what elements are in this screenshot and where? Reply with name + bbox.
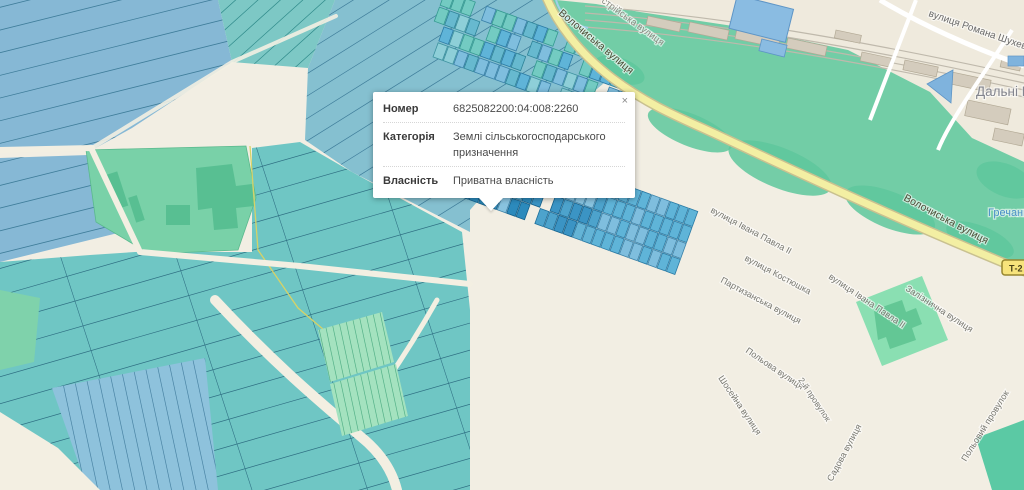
map-viewport[interactable]: Т-2Волочиська вулицяВолочиська вулицястр… [0,0,1024,490]
popup-row-category: Категорія Землі сільськогосподарського п… [383,123,625,167]
popup-rows: Номер 6825082200:04:008:2260 Категорія З… [383,95,625,194]
popup-value-number: 6825082200:04:008:2260 [453,101,625,117]
parcel-info-popup: × Номер 6825082200:04:008:2260 Категорія… [373,92,635,198]
road-shield: Т-2 [1002,260,1024,275]
green-patch [0,290,40,370]
street-label: Дальні Гречани [976,84,1024,99]
map-svg[interactable]: Т-2Волочиська вулицяВолочиська вулицястр… [0,0,1024,490]
popup-row-ownership: Власність Приватна власність [383,167,625,194]
popup-row-number: Номер 6825082200:04:008:2260 [383,95,625,123]
popup-label-number: Номер [383,101,447,117]
popup-label-category: Категорія [383,129,447,161]
street-label: Гречани [988,207,1024,219]
popup-value-category: Землі сільськогосподарського призначення [453,129,625,161]
popup-value-ownership: Приватна власність [453,173,625,189]
popup-close-button[interactable]: × [620,94,630,109]
popup-pointer [479,198,503,211]
svg-text:Т-2: Т-2 [1009,264,1023,274]
popup-label-ownership: Власність [383,173,447,189]
